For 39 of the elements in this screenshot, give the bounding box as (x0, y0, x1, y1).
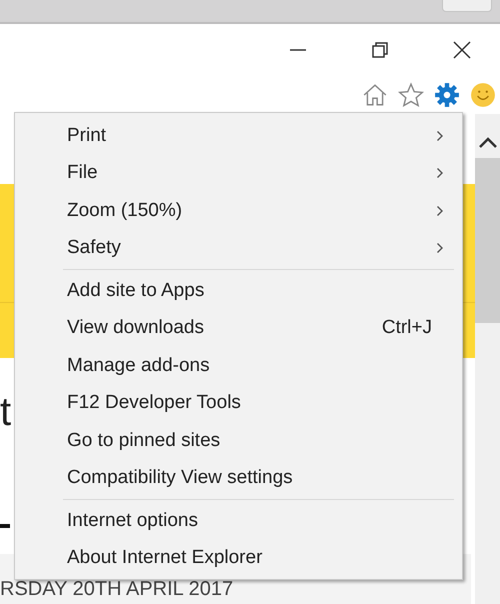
star-icon[interactable] (398, 82, 424, 108)
menu-item[interactable]: Safety (15, 230, 462, 267)
chevron-icon (436, 167, 444, 180)
menu-item-label: Go to pinned sites (67, 430, 220, 452)
menu-item-label: Print (67, 124, 106, 147)
menu-item[interactable]: Add site to Apps (15, 272, 462, 310)
chevron-icon (436, 204, 444, 217)
menu-item-label: Compatibility View settings (67, 467, 293, 490)
menu-item[interactable]: F12 Developer Tools (15, 384, 462, 422)
menu-item-label: About Internet Explorer (67, 547, 262, 570)
scroll-up-icon[interactable] (478, 136, 498, 148)
scroll-thumb[interactable] (475, 158, 500, 323)
heading-underline (0, 524, 10, 528)
menu-item[interactable]: About Internet Explorer (15, 540, 462, 577)
home-icon[interactable] (362, 82, 388, 108)
menu-item[interactable]: Go to pinned sites (15, 422, 462, 460)
menu-item-label: File (67, 162, 98, 184)
date-text: RSDAY 20TH APRIL 2017 (0, 578, 234, 601)
menu-item[interactable]: Zoom (150%) (15, 192, 462, 230)
scrollbar[interactable] (475, 114, 500, 604)
menu-item[interactable]: Compatibility View settings (15, 460, 462, 497)
menu-item-label: View downloads (67, 317, 204, 340)
chevron-icon (436, 130, 444, 142)
menu-item-label: F12 Developer Tools (67, 392, 241, 414)
menu-item-label: Add site to Apps (67, 280, 204, 302)
menu-item[interactable]: Print (15, 117, 462, 154)
menu-item-label: Safety (67, 237, 121, 260)
menu-item-label: Manage add-ons (67, 354, 210, 377)
menu-item-label: Zoom (150%) (67, 200, 182, 222)
smiley-icon[interactable] (470, 82, 496, 108)
settings-icon[interactable] (434, 82, 460, 108)
menu-item[interactable]: Manage add-ons (15, 347, 462, 384)
shortcut-text: Ctrl+J (382, 317, 432, 340)
chevron-icon (436, 242, 444, 254)
menu-item-label: Internet options (67, 510, 198, 532)
menu-item[interactable]: Internet options (15, 502, 462, 540)
heading-fragment: t (0, 390, 12, 435)
menu-item[interactable]: File (15, 154, 462, 192)
menu-item[interactable]: View downloads Ctrl+J (15, 310, 462, 347)
